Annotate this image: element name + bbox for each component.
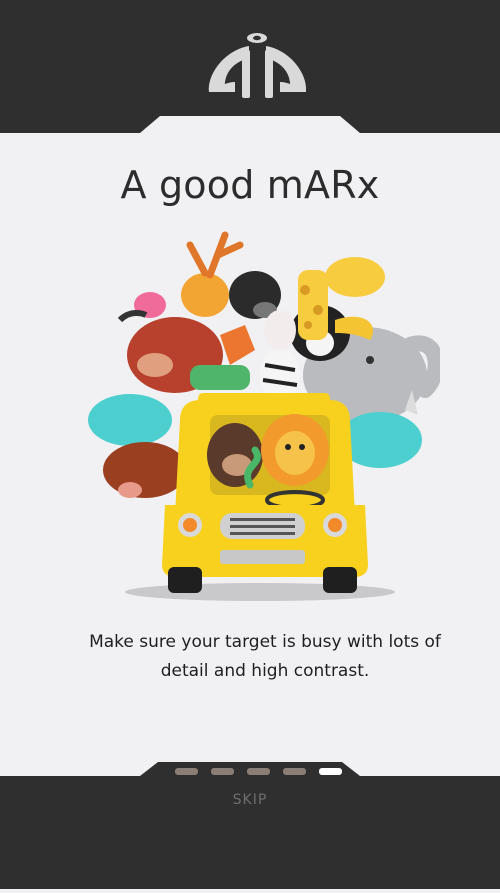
pagination-dot-2[interactable] [210,768,234,775]
pagination-dots [0,768,500,780]
onboarding-description: Make sure your target is busy with lots … [89,632,441,681]
animals-in-car-illustration [80,215,444,605]
skip-button[interactable]: SKIP [0,792,500,808]
pagination-dot-3[interactable] [246,768,270,775]
pagination-dot-5[interactable] [318,768,342,775]
page-title: A good mARx [120,163,380,207]
pagination-dot-1[interactable] [174,768,198,775]
app-logo-icon [205,30,310,102]
pagination-dot-4[interactable] [282,768,306,775]
